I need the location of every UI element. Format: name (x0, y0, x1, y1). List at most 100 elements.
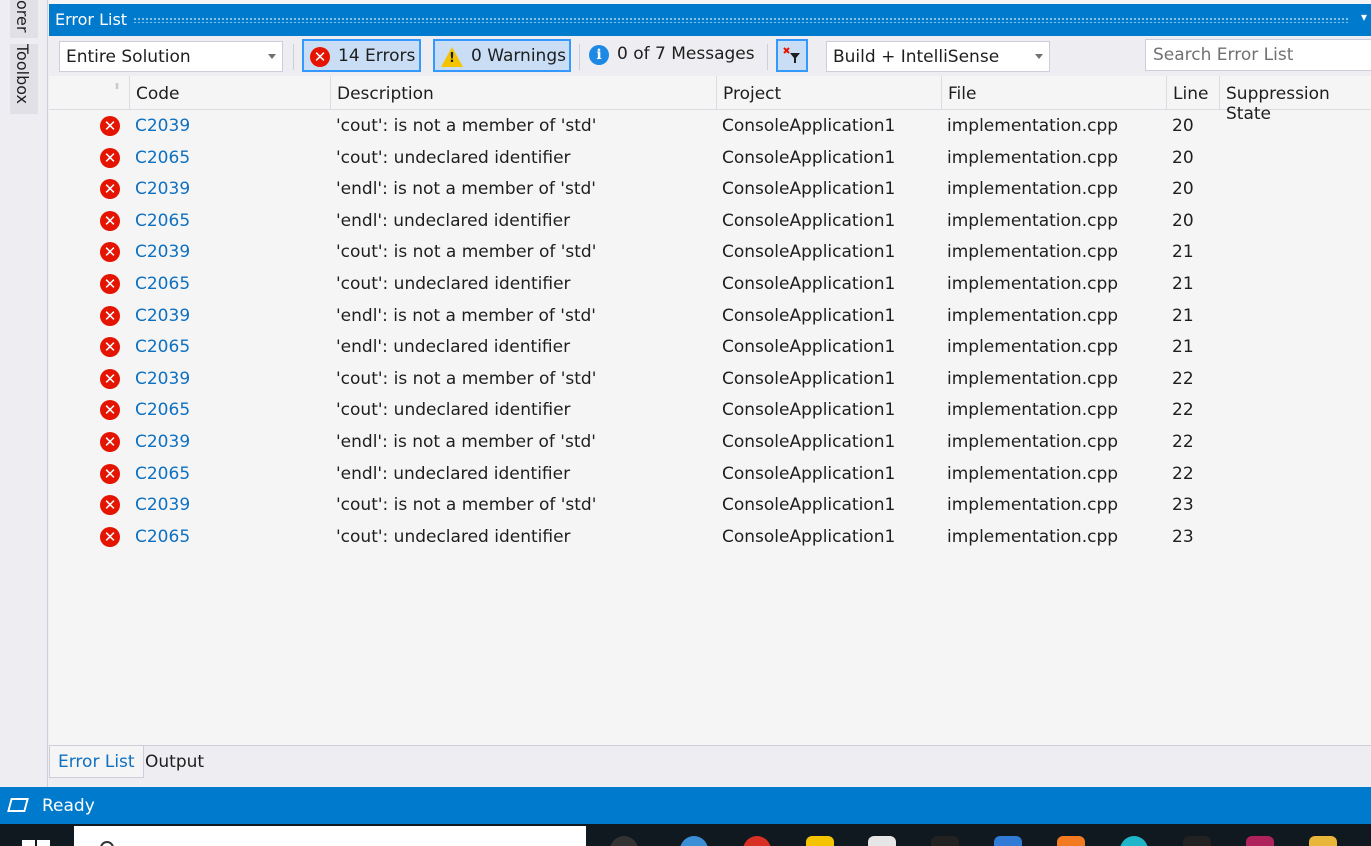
row-description: 'cout': undeclared identifier (336, 273, 571, 294)
search-error-list-input[interactable]: Search Error List (1145, 39, 1371, 71)
toolbar-separator (767, 44, 768, 70)
row-code[interactable]: C2065 (135, 337, 190, 357)
row-project: ConsoleApplication1 (722, 431, 896, 452)
row-line: 21 (1172, 337, 1194, 358)
windows-taskbar (0, 824, 1371, 846)
error-list-panel: Error List ▾ Entire Solution ✕ 14 Errors… (49, 0, 1371, 787)
tab-output[interactable]: Output (137, 746, 212, 778)
row-code[interactable]: C2039 (135, 179, 190, 199)
taskbar-app-icon[interactable] (680, 836, 708, 846)
row-code[interactable]: C2039 (135, 495, 190, 515)
row-line: 22 (1172, 431, 1194, 452)
status-bar: Ready (0, 787, 1371, 824)
messages-toggle-button[interactable]: i 0 of 7 Messages (589, 39, 759, 72)
filter-button[interactable] (776, 39, 808, 72)
table-row[interactable]: ✕ C2039 'cout': is not a member of 'std' Co… (49, 236, 1371, 268)
table-row[interactable]: ✕ C2039 'cout': is not a member of 'std' Co… (49, 363, 1371, 395)
row-project: ConsoleApplication1 (722, 368, 896, 389)
row-code[interactable]: C2065 (135, 400, 190, 420)
taskbar-app-icon[interactable] (868, 836, 896, 846)
error-icon: ✕ (100, 463, 120, 484)
toolbar-separator (293, 44, 294, 70)
column-header-project[interactable]: Project (716, 76, 941, 110)
row-code[interactable]: C2065 (135, 148, 190, 168)
table-row[interactable]: ✕ C2065 'cout': undeclared identifier Conso… (49, 521, 1371, 553)
row-file: implementation.cpp (947, 400, 1119, 421)
windows-start-icon[interactable] (22, 840, 50, 846)
side-tab-toolbox[interactable]: Toolbox (10, 44, 38, 114)
table-row[interactable]: ✕ C2065 'cout': undeclared identifier Conso… (49, 142, 1371, 174)
info-icon: i (589, 45, 609, 65)
row-code[interactable]: C2039 (135, 369, 190, 389)
taskbar-app-icon[interactable] (743, 836, 771, 846)
table-row[interactable]: ✕ C2039 'endl': is not a member of 'std' Co… (49, 173, 1371, 205)
table-row[interactable]: ✕ C2065 'cout': undeclared identifier Conso… (49, 394, 1371, 426)
row-line: 21 (1172, 273, 1194, 294)
source-dropdown-value: Build + IntelliSense (833, 47, 1000, 67)
toolbar-separator (579, 44, 580, 70)
errors-toggle-button[interactable]: ✕ 14 Errors (302, 39, 421, 72)
row-project: ConsoleApplication1 (722, 210, 896, 231)
taskbar-app-icon[interactable] (1183, 836, 1211, 846)
row-file: implementation.cpp (947, 431, 1119, 452)
taskbar-search-box[interactable] (74, 826, 586, 846)
source-dropdown[interactable]: Build + IntelliSense (826, 41, 1050, 72)
table-row[interactable]: ✕ C2039 'cout': is not a member of 'std' Co… (49, 489, 1371, 521)
row-code[interactable]: C2065 (135, 274, 190, 294)
taskbar-app-icon[interactable] (610, 836, 638, 846)
chevron-down-icon[interactable]: ▾ (1361, 10, 1367, 24)
row-code[interactable]: C2039 (135, 306, 190, 326)
taskbar-app-icon[interactable] (806, 836, 834, 846)
taskbar-app-icon[interactable] (1309, 836, 1337, 846)
side-tab-explorer[interactable]: orer (10, 0, 38, 38)
row-description: 'cout': is not a member of 'std' (336, 368, 597, 389)
taskbar-app-icon[interactable] (1246, 836, 1274, 846)
row-code[interactable]: C2039 (135, 432, 190, 452)
error-list-toolbar: Entire Solution ✕ 14 Errors ! 0 Warnings… (49, 36, 1371, 76)
table-row[interactable]: ✕ C2065 'endl': undeclared identifier Conso… (49, 331, 1371, 363)
error-icon: ✕ (100, 526, 120, 547)
row-description: 'endl': is not a member of 'std' (336, 431, 596, 452)
row-file: implementation.cpp (947, 463, 1119, 484)
filter-icon (783, 47, 800, 63)
table-row[interactable]: ✕ C2065 'cout': undeclared identifier Conso… (49, 268, 1371, 300)
column-header-code[interactable]: Code (129, 76, 329, 110)
scope-dropdown[interactable]: Entire Solution (59, 41, 283, 72)
row-description: 'endl': is not a member of 'std' (336, 305, 596, 326)
table-row[interactable]: ✕ C2065 'endl': undeclared identifier Conso… (49, 205, 1371, 237)
column-header-line[interactable]: Line (1166, 76, 1219, 110)
error-icon: ✕ (100, 431, 120, 452)
table-row[interactable]: ✕ C2039 'cout': is not a member of 'std' Co… (49, 110, 1371, 142)
error-icon: ✕ (100, 273, 120, 294)
row-code[interactable]: C2039 (135, 116, 190, 136)
column-header-description[interactable]: Description (330, 76, 716, 110)
warnings-count-label: 0 Warnings (471, 46, 566, 66)
taskbar-app-icon[interactable] (1120, 836, 1148, 846)
table-row[interactable]: ✕ C2065 'endl': undeclared identifier Conso… (49, 458, 1371, 490)
row-line: 23 (1172, 495, 1194, 516)
row-file: implementation.cpp (947, 305, 1119, 326)
panel-titlebar[interactable]: Error List ▾ (49, 4, 1371, 36)
taskbar-app-icon[interactable] (931, 836, 959, 846)
error-icon: ✕ (100, 116, 120, 136)
taskbar-app-icon[interactable] (1057, 836, 1085, 846)
tab-error-list[interactable]: Error List (49, 746, 144, 778)
row-line: 21 (1172, 305, 1194, 326)
table-row[interactable]: ✕ C2039 'endl': is not a member of 'std' Co… (49, 300, 1371, 332)
error-icon: ✕ (310, 47, 330, 67)
table-row[interactable]: ✕ C2039 'endl': is not a member of 'std' Co… (49, 426, 1371, 458)
row-line: 20 (1172, 147, 1194, 168)
row-code[interactable]: C2065 (135, 211, 190, 231)
column-chooser-icon[interactable]: ⁝⁝ (115, 82, 119, 91)
row-description: 'endl': undeclared identifier (336, 210, 571, 231)
column-header-file[interactable]: File (941, 76, 1165, 110)
taskbar-app-icon[interactable] (994, 836, 1022, 846)
row-line: 20 (1172, 210, 1194, 231)
row-code[interactable]: C2065 (135, 527, 190, 547)
row-project: ConsoleApplication1 (722, 463, 896, 484)
column-header-suppression-state[interactable]: Suppression State (1219, 76, 1371, 124)
warnings-toggle-button[interactable]: ! 0 Warnings (433, 39, 571, 72)
row-code[interactable]: C2065 (135, 464, 190, 484)
row-code[interactable]: C2039 (135, 242, 190, 262)
tab-output-label: Output (145, 752, 205, 772)
